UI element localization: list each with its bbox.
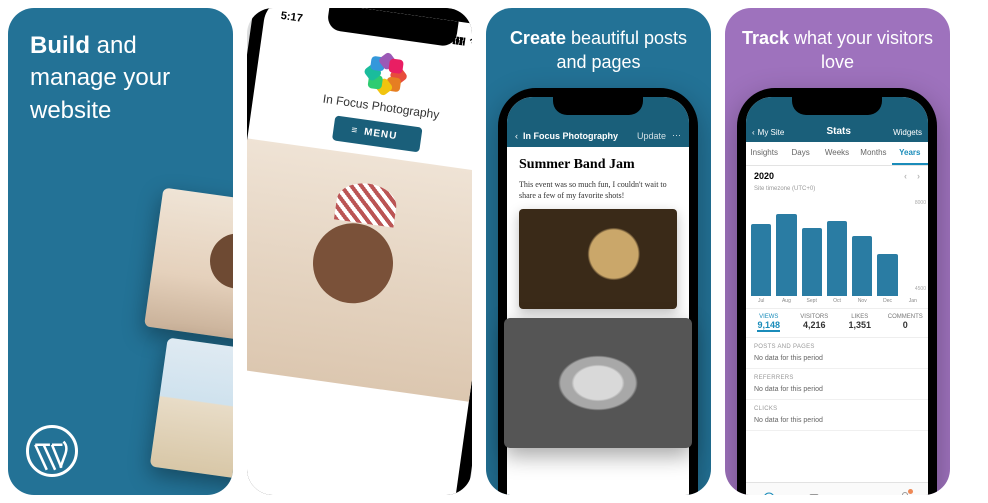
year-selector: 2020 ‹ › — [746, 166, 928, 186]
xaxis-label: Aug — [776, 298, 796, 304]
phone-screen: 5:17 In Focus Ph — [247, 8, 472, 495]
section-row: No data for this period — [746, 352, 928, 369]
panel-site-preview: 5:17 In Focus Ph — [247, 8, 472, 495]
wordpress-logo-icon — [26, 425, 78, 477]
xaxis-label: Sept — [802, 298, 822, 304]
stat-card[interactable]: LIKES1,351 — [837, 309, 883, 337]
section-header: CLICKS — [746, 400, 928, 414]
panel-create: Create beautiful posts and pages ‹ In Fo… — [486, 8, 711, 495]
wordpress-icon — [763, 492, 775, 496]
hamburger-icon: ≡ — [351, 125, 359, 137]
update-button[interactable]: Update — [637, 131, 666, 141]
nav-title: Stats — [826, 126, 850, 137]
tab-months[interactable]: Months — [855, 142, 891, 165]
nav-back-label[interactable]: My Site — [758, 128, 785, 137]
tabbar-notifications[interactable]: Notifications — [883, 483, 929, 495]
phone-frame: 5:17 In Focus Ph — [247, 8, 472, 495]
tabbar-reader[interactable]: Reader — [792, 483, 838, 495]
stat-card[interactable]: VIEWS9,148 — [746, 309, 792, 337]
pencil-icon — [854, 495, 866, 496]
tab-weeks[interactable]: Weeks — [819, 142, 855, 165]
nav-widgets-button[interactable]: Widgets — [893, 128, 922, 137]
photo-portrait — [144, 188, 233, 349]
notification-dot-icon — [908, 489, 913, 494]
tabbar-mysite[interactable]: My Site — [746, 483, 792, 495]
chart-yaxis: 8000 4500 — [915, 196, 926, 296]
more-icon[interactable]: ⋯ — [672, 130, 681, 141]
post-photo-guitar[interactable] — [519, 209, 677, 309]
chart-bar[interactable] — [877, 254, 897, 296]
tab-years[interactable]: Years — [892, 142, 928, 165]
xaxis-label: Oct — [827, 298, 847, 304]
post-title[interactable]: Summer Band Jam — [519, 157, 677, 173]
chart-xaxis: Jul Aug Sept Oct Nov Dec Jan — [746, 296, 928, 308]
stats-sections: POSTS AND PAGESNo data for this periodRE… — [746, 338, 928, 431]
site-logo-icon — [363, 51, 408, 96]
timezone-label: Site timezone (UTC+0) — [746, 186, 928, 196]
chart-bar[interactable] — [827, 221, 847, 296]
phone-screen: ‹ My Site Stats Widgets Insights Days We… — [746, 97, 928, 495]
chevron-left-icon[interactable]: ‹ — [515, 131, 518, 141]
chevron-left-icon[interactable]: ‹ — [752, 128, 755, 137]
xaxis-label: Jan — [903, 298, 923, 304]
post-text[interactable]: This event was so much fun, I couldn't w… — [519, 179, 677, 201]
editor-site-name[interactable]: In Focus Photography — [523, 131, 618, 141]
phone-notch — [553, 97, 643, 115]
app-store-screenshots: Build and manage your website 5:17 — [0, 0, 988, 503]
reader-icon — [808, 492, 820, 496]
post-photo-microphone — [504, 318, 692, 448]
photo-beach — [150, 337, 233, 488]
tabbar-create[interactable] — [837, 483, 883, 495]
prev-year-button[interactable]: ‹ — [904, 171, 907, 181]
headline-create: Create beautiful posts and pages — [486, 8, 711, 75]
stat-card[interactable]: VISITORS4,216 — [792, 309, 838, 337]
bottom-tabbar: My Site Reader — [746, 482, 928, 495]
stats-bar-chart[interactable]: 8000 4500 — [746, 196, 928, 296]
chart-bar[interactable] — [852, 236, 872, 296]
chart-bar[interactable] — [802, 228, 822, 296]
tab-insights[interactable]: Insights — [746, 142, 782, 165]
phone-frame: ‹ My Site Stats Widgets Insights Days We… — [737, 88, 937, 495]
xaxis-label: Dec — [877, 298, 897, 304]
menu-button[interactable]: ≡MENU — [332, 115, 423, 152]
panel-build: Build and manage your website — [8, 8, 233, 495]
year-label: 2020 — [754, 171, 774, 181]
tab-days[interactable]: Days — [782, 142, 818, 165]
panel-track: Track what your visitors love ‹ My Site … — [725, 8, 950, 495]
hero-photo — [247, 138, 472, 401]
phone-notch — [792, 97, 882, 115]
section-header: POSTS AND PAGES — [746, 338, 928, 352]
wifi-icon — [468, 37, 472, 49]
xaxis-label: Jul — [751, 298, 771, 304]
chart-bar[interactable] — [776, 214, 796, 296]
headline-build: Build and manage your website — [8, 8, 233, 127]
section-row: No data for this period — [746, 414, 928, 431]
stat-card[interactable]: COMMENTS0 — [883, 309, 929, 337]
headline-track: Track what your visitors love — [725, 8, 950, 75]
post-editor[interactable]: Summer Band Jam This event was so much f… — [507, 147, 689, 319]
period-tabs: Insights Days Weeks Months Years — [746, 142, 928, 166]
chart-bar[interactable] — [751, 224, 771, 296]
next-year-button[interactable]: › — [917, 171, 920, 181]
status-time: 5:17 — [280, 10, 303, 25]
stats-cards: VIEWS9,148VISITORS4,216LIKES1,351COMMENT… — [746, 308, 928, 338]
xaxis-label: Nov — [852, 298, 872, 304]
section-row: No data for this period — [746, 383, 928, 400]
section-header: REFERRERS — [746, 369, 928, 383]
